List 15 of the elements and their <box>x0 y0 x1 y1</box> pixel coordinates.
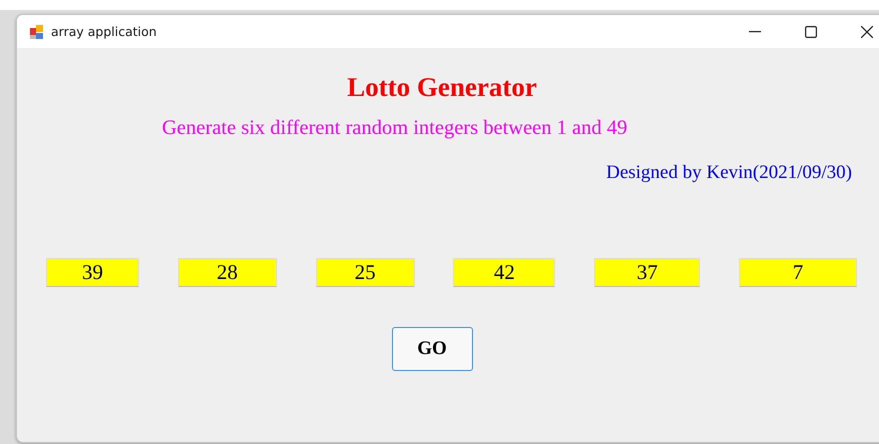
number-label: 37 <box>594 258 700 287</box>
credit-text: Designed by Kevin(2021/09/30) <box>606 162 852 184</box>
number-label: 28 <box>178 258 277 287</box>
maximize-icon <box>805 26 817 38</box>
number-label: 39 <box>46 258 139 287</box>
number-label: 7 <box>738 258 857 287</box>
close-icon <box>861 26 873 38</box>
minimize-icon <box>749 30 761 32</box>
number-label: 25 <box>316 258 415 287</box>
number-label: 42 <box>453 258 556 287</box>
subtitle: Generate six different random integers between 1 and 49 <box>162 117 628 140</box>
go-button[interactable]: GO <box>392 327 472 371</box>
window-title: array application <box>51 24 158 39</box>
heading: Lotto Generator <box>347 72 538 103</box>
app-icon <box>29 24 45 40</box>
